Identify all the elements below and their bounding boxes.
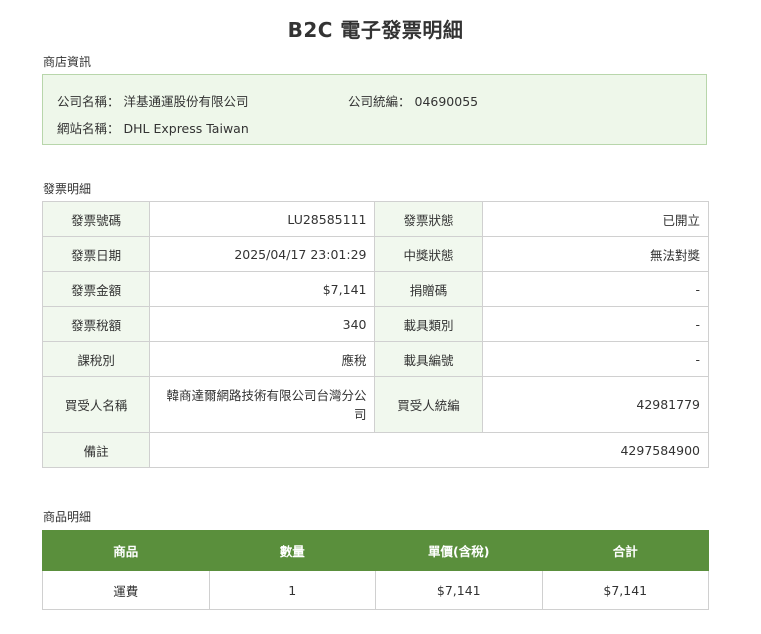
goods-item-total: $7,141 — [541, 570, 709, 610]
tax-type-value: 應稅 — [149, 341, 376, 377]
prize-status-label: 中獎狀態 — [374, 236, 483, 272]
site-name-row: 網站名稱： DHL Express Taiwan — [57, 118, 249, 137]
table-row: 備註 4297584900 — [41, 432, 709, 468]
table-row: 運費 1 $7,141 $7,141 — [42, 570, 709, 610]
table-row: 買受人名稱 韓商達爾網路技術有限公司台灣分公司 買受人統編 42981779 — [41, 376, 710, 433]
site-name-label: 網站名稱： — [57, 121, 120, 136]
goods-item-name: 運費 — [42, 570, 210, 610]
buyer-tax-id-value: 42981779 — [481, 376, 710, 433]
table-row: 發票稅額 340 載具類別 - — [41, 306, 710, 342]
invoice-status-label: 發票狀態 — [374, 201, 483, 237]
carrier-number-label: 載具編號 — [374, 341, 483, 377]
invoice-number-label: 發票號碼 — [41, 201, 151, 237]
site-name-value: DHL Express Taiwan — [123, 121, 249, 136]
goods-header-quantity: 數量 — [208, 530, 376, 571]
goods-header-total: 合計 — [541, 530, 709, 571]
prize-status-value: 無法對獎 — [481, 236, 710, 272]
table-row: 課稅別 應稅 載具編號 - — [41, 341, 710, 377]
company-name-value: 洋基通運股份有限公司 — [123, 94, 249, 109]
invoice-date-value: 2025/04/17 23:01:29 — [149, 236, 376, 272]
store-section-label: 商店資訊 — [43, 55, 92, 69]
buyer-tax-id-label: 買受人統編 — [374, 376, 483, 433]
tax-type-label: 課稅別 — [41, 341, 151, 377]
page-title: B2C 電子發票明細 — [287, 18, 464, 42]
remark-label: 備註 — [41, 432, 151, 468]
donation-code-label: 捐贈碼 — [374, 271, 483, 307]
goods-section-label: 商品明細 — [43, 510, 92, 524]
invoice-amount-value: $7,141 — [149, 271, 376, 307]
goods-table: 商品 數量 單價(含稅) 合計 運費 1 $7,141 $7,141 — [42, 530, 709, 610]
store-info-box: 公司名稱： 洋基通運股份有限公司 公司統編： 04690055 網站名稱： DH… — [42, 74, 707, 145]
invoice-tax-label: 發票稅額 — [41, 306, 151, 342]
goods-header-unit-price: 單價(含稅) — [375, 530, 543, 571]
goods-item-quantity: 1 — [208, 570, 376, 610]
company-name-label: 公司名稱： — [57, 94, 120, 109]
carrier-type-label: 載具類別 — [374, 306, 483, 342]
invoice-amount-label: 發票金額 — [41, 271, 151, 307]
goods-header-row: 商品 數量 單價(含稅) 合計 — [42, 530, 709, 571]
tax-id-label: 公司統編： — [348, 94, 411, 109]
company-name-row: 公司名稱： 洋基通運股份有限公司 — [57, 91, 249, 110]
buyer-name-value: 韓商達爾網路技術有限公司台灣分公司 — [149, 376, 376, 433]
tax-id-value: 04690055 — [414, 94, 479, 109]
carrier-number-value: - — [481, 341, 710, 377]
remark-value: 4297584900 — [149, 432, 709, 468]
table-row: 發票金額 $7,141 捐贈碼 - — [41, 271, 710, 307]
invoice-tax-value: 340 — [149, 306, 376, 342]
table-row: 發票號碼 LU28585111 發票狀態 已開立 — [41, 201, 710, 237]
tax-id-row: 公司統編： 04690055 — [348, 91, 478, 110]
carrier-type-value: - — [481, 306, 710, 342]
goods-item-unit-price: $7,141 — [375, 570, 543, 610]
invoice-section-label: 發票明細 — [43, 182, 92, 196]
invoice-detail-table: 發票號碼 LU28585111 發票狀態 已開立 發票日期 2025/04/17… — [41, 201, 710, 468]
buyer-name-label: 買受人名稱 — [41, 376, 151, 433]
invoice-date-label: 發票日期 — [41, 236, 151, 272]
goods-header-item: 商品 — [42, 530, 210, 571]
donation-code-value: - — [481, 271, 710, 307]
invoice-status-value: 已開立 — [481, 201, 710, 237]
invoice-number-value: LU28585111 — [149, 201, 376, 237]
table-row: 發票日期 2025/04/17 23:01:29 中獎狀態 無法對獎 — [41, 236, 710, 272]
